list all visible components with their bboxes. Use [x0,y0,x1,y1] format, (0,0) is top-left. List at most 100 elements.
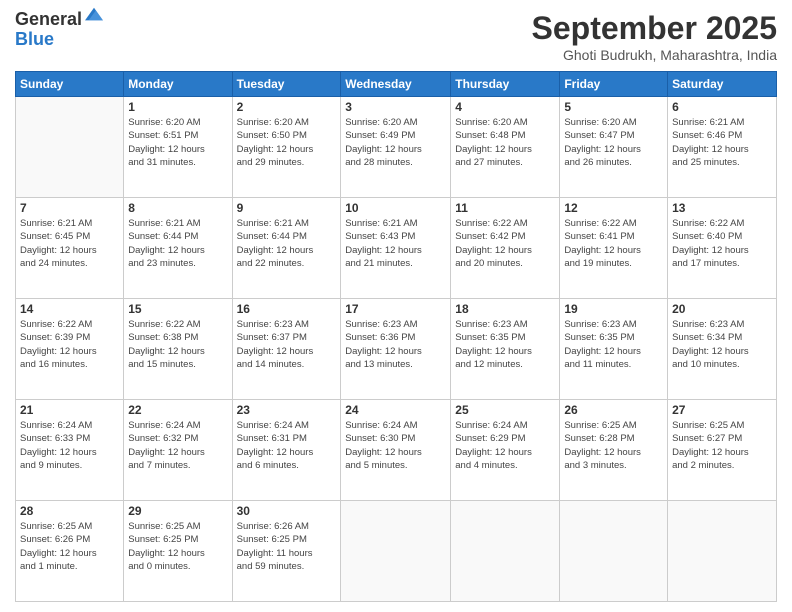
day-number: 15 [128,302,227,316]
weekday-header-row: SundayMondayTuesdayWednesdayThursdayFrid… [16,72,777,97]
day-number: 27 [672,403,772,417]
day-number: 6 [672,100,772,114]
weekday-header: Saturday [668,72,777,97]
day-info: Sunrise: 6:24 AM Sunset: 6:29 PM Dayligh… [455,419,555,472]
day-info: Sunrise: 6:22 AM Sunset: 6:38 PM Dayligh… [128,318,227,371]
location: Ghoti Budrukh, Maharashtra, India [532,47,777,63]
day-number: 23 [237,403,337,417]
calendar-cell: 14Sunrise: 6:22 AM Sunset: 6:39 PM Dayli… [16,299,124,400]
calendar-cell: 12 Sunrise: 6:22 AM Sunset: 6:41 PM Dayli… [560,198,668,299]
calendar-cell: 18 Sunrise: 6:23 AM Sunset: 6:35 PM Dayli… [451,299,560,400]
day-info: Sunrise: 6:21 AM Sunset: 6:43 PM Dayligh… [345,217,446,270]
day-number: 18 [455,302,555,316]
calendar-cell: 16 Sunrise: 6:23 AM Sunset: 6:37 PM Dayli… [232,299,341,400]
calendar-cell: 19Sunrise: 6:23 AM Sunset: 6:35 PM Dayli… [560,299,668,400]
logo-icon [85,6,103,24]
calendar-cell: 3 Sunrise: 6:20 AM Sunset: 6:49 PM Daylig… [341,97,451,198]
calendar-cell: 4 Sunrise: 6:20 AM Sunset: 6:48 PM Daylig… [451,97,560,198]
day-number: 16 [237,302,337,316]
day-info: Sunrise: 6:20 AM Sunset: 6:48 PM Dayligh… [455,116,555,169]
calendar-cell: 8 Sunrise: 6:21 AM Sunset: 6:44 PM Daylig… [124,198,232,299]
calendar-cell: 24 Sunrise: 6:24 AM Sunset: 6:30 PM Dayli… [341,400,451,501]
day-info: Sunrise: 6:24 AM Sunset: 6:32 PM Dayligh… [128,419,227,472]
logo-general-text: General [15,10,82,30]
day-number: 14 [20,302,119,316]
day-info: Sunrise: 6:25 AM Sunset: 6:27 PM Dayligh… [672,419,772,472]
day-number: 3 [345,100,446,114]
calendar-cell: 22 Sunrise: 6:24 AM Sunset: 6:32 PM Dayli… [124,400,232,501]
calendar-week-row: 1 Sunrise: 6:20 AM Sunset: 6:51 PM Daylig… [16,97,777,198]
weekday-header: Tuesday [232,72,341,97]
day-info: Sunrise: 6:25 AM Sunset: 6:26 PM Dayligh… [20,520,119,573]
calendar-cell: 23 Sunrise: 6:24 AM Sunset: 6:31 PM Dayli… [232,400,341,501]
day-number: 25 [455,403,555,417]
day-number: 13 [672,201,772,215]
day-info: Sunrise: 6:22 AM Sunset: 6:41 PM Dayligh… [564,217,663,270]
calendar-cell: 29 Sunrise: 6:25 AM Sunset: 6:25 PM Dayli… [124,501,232,602]
day-number: 10 [345,201,446,215]
day-number: 8 [128,201,227,215]
day-info: Sunrise: 6:24 AM Sunset: 6:31 PM Dayligh… [237,419,337,472]
month-title: September 2025 [532,10,777,47]
calendar-cell: 5 Sunrise: 6:20 AM Sunset: 6:47 PM Daylig… [560,97,668,198]
calendar-cell: 27 Sunrise: 6:25 AM Sunset: 6:27 PM Dayli… [668,400,777,501]
day-number: 5 [564,100,663,114]
day-info: Sunrise: 6:21 AM Sunset: 6:44 PM Dayligh… [237,217,337,270]
logo: General Blue [15,10,103,50]
calendar-cell: 11Sunrise: 6:22 AM Sunset: 6:42 PM Dayli… [451,198,560,299]
day-info: Sunrise: 6:20 AM Sunset: 6:47 PM Dayligh… [564,116,663,169]
calendar-week-row: 14Sunrise: 6:22 AM Sunset: 6:39 PM Dayli… [16,299,777,400]
day-number: 26 [564,403,663,417]
calendar-cell: 21 Sunrise: 6:24 AM Sunset: 6:33 PM Dayli… [16,400,124,501]
weekday-header: Monday [124,72,232,97]
day-number: 2 [237,100,337,114]
title-block: September 2025 Ghoti Budrukh, Maharashtr… [532,10,777,63]
day-number: 19 [564,302,663,316]
day-info: Sunrise: 6:26 AM Sunset: 6:25 PM Dayligh… [237,520,337,573]
day-number: 22 [128,403,227,417]
logo-blue-text: Blue [15,30,103,50]
day-info: Sunrise: 6:25 AM Sunset: 6:25 PM Dayligh… [128,520,227,573]
calendar-cell: 1 Sunrise: 6:20 AM Sunset: 6:51 PM Daylig… [124,97,232,198]
calendar-cell: 26 Sunrise: 6:25 AM Sunset: 6:28 PM Dayli… [560,400,668,501]
calendar-cell: 6 Sunrise: 6:21 AM Sunset: 6:46 PM Daylig… [668,97,777,198]
day-info: Sunrise: 6:22 AM Sunset: 6:40 PM Dayligh… [672,217,772,270]
calendar-cell [560,501,668,602]
calendar-cell: 20Sunrise: 6:23 AM Sunset: 6:34 PM Dayli… [668,299,777,400]
day-number: 30 [237,504,337,518]
day-info: Sunrise: 6:24 AM Sunset: 6:33 PM Dayligh… [20,419,119,472]
day-info: Sunrise: 6:21 AM Sunset: 6:44 PM Dayligh… [128,217,227,270]
day-info: Sunrise: 6:20 AM Sunset: 6:51 PM Dayligh… [128,116,227,169]
day-number: 4 [455,100,555,114]
day-info: Sunrise: 6:25 AM Sunset: 6:28 PM Dayligh… [564,419,663,472]
calendar-cell: 13 Sunrise: 6:22 AM Sunset: 6:40 PM Dayli… [668,198,777,299]
day-info: Sunrise: 6:24 AM Sunset: 6:30 PM Dayligh… [345,419,446,472]
day-info: Sunrise: 6:21 AM Sunset: 6:45 PM Dayligh… [20,217,119,270]
day-number: 17 [345,302,446,316]
calendar-cell: 7Sunrise: 6:21 AM Sunset: 6:45 PM Daylig… [16,198,124,299]
calendar-week-row: 28Sunrise: 6:25 AM Sunset: 6:26 PM Dayli… [16,501,777,602]
day-info: Sunrise: 6:20 AM Sunset: 6:49 PM Dayligh… [345,116,446,169]
calendar-cell: 30 Sunrise: 6:26 AM Sunset: 6:25 PM Dayli… [232,501,341,602]
day-info: Sunrise: 6:23 AM Sunset: 6:34 PM Dayligh… [672,318,772,371]
calendar-cell [451,501,560,602]
day-number: 21 [20,403,119,417]
day-info: Sunrise: 6:20 AM Sunset: 6:50 PM Dayligh… [237,116,337,169]
page-header: General Blue September 2025 Ghoti Budruk… [15,10,777,63]
calendar-week-row: 7Sunrise: 6:21 AM Sunset: 6:45 PM Daylig… [16,198,777,299]
day-info: Sunrise: 6:23 AM Sunset: 6:35 PM Dayligh… [455,318,555,371]
day-info: Sunrise: 6:21 AM Sunset: 6:46 PM Dayligh… [672,116,772,169]
calendar-cell: 25 Sunrise: 6:24 AM Sunset: 6:29 PM Dayli… [451,400,560,501]
day-number: 1 [128,100,227,114]
day-number: 24 [345,403,446,417]
weekday-header: Sunday [16,72,124,97]
calendar-cell: 15 Sunrise: 6:22 AM Sunset: 6:38 PM Dayli… [124,299,232,400]
calendar-cell: 10 Sunrise: 6:21 AM Sunset: 6:43 PM Dayli… [341,198,451,299]
day-info: Sunrise: 6:23 AM Sunset: 6:36 PM Dayligh… [345,318,446,371]
calendar-cell [341,501,451,602]
day-number: 29 [128,504,227,518]
day-info: Sunrise: 6:23 AM Sunset: 6:37 PM Dayligh… [237,318,337,371]
calendar-cell: 2 Sunrise: 6:20 AM Sunset: 6:50 PM Daylig… [232,97,341,198]
day-info: Sunrise: 6:22 AM Sunset: 6:42 PM Dayligh… [455,217,555,270]
day-number: 12 [564,201,663,215]
